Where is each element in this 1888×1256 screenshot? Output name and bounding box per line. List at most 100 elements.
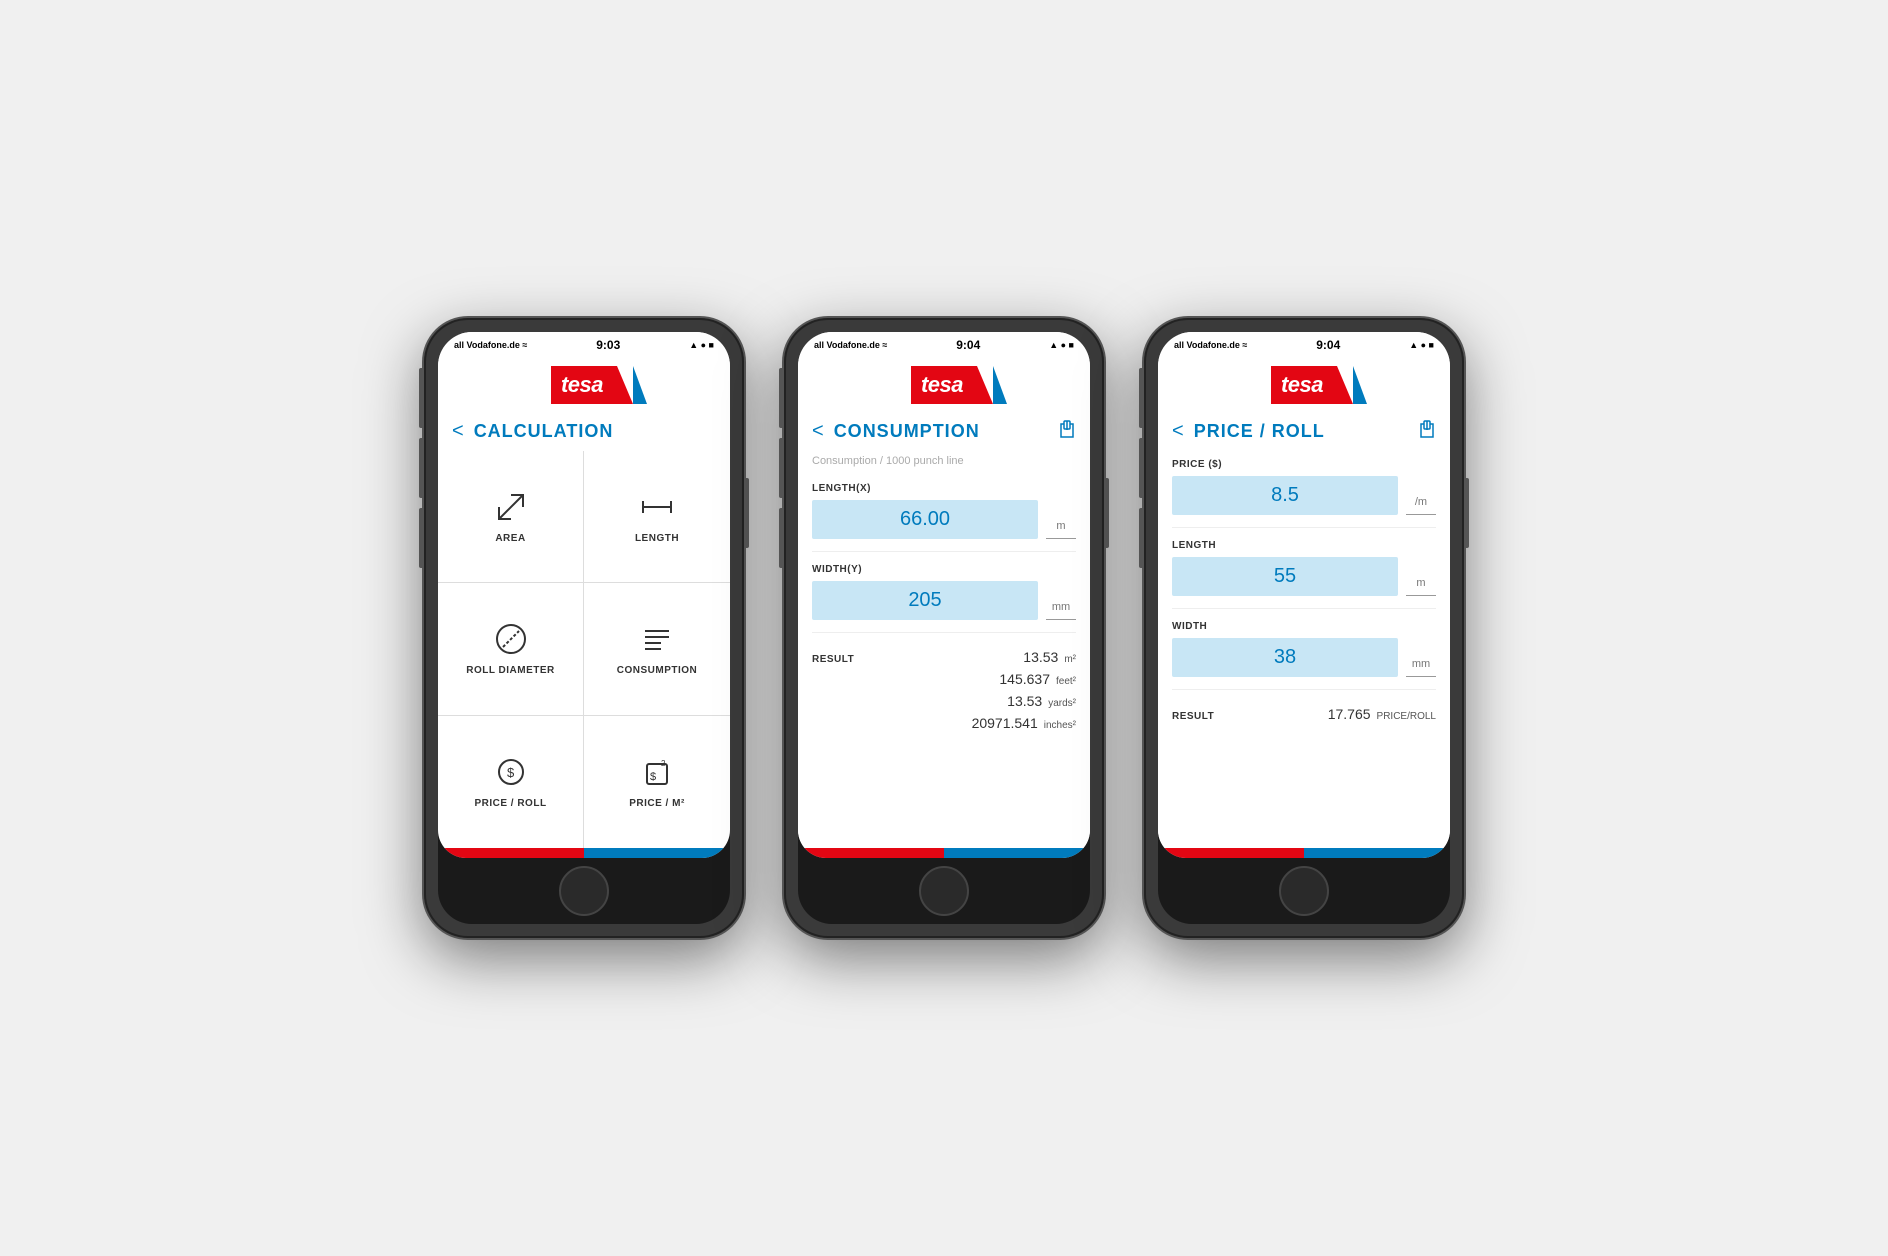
logo-triangle-blue-1	[633, 366, 647, 404]
bottom-bar-blue-2	[944, 848, 1090, 858]
status-time-2: 9:04	[956, 338, 980, 352]
page-title-2: CONSUMPTION	[834, 421, 980, 442]
price-roll-label: PRICE / ROLL	[474, 798, 546, 809]
phone-2-inner: all Vodafone.de ≈ 9:04 ▲ ● ■ tesa < CONS…	[798, 332, 1090, 924]
bottom-bar-1	[438, 848, 730, 858]
result-unit-2b: feet²	[1056, 676, 1076, 687]
divider-2b	[812, 632, 1076, 633]
home-button-1[interactable]	[559, 866, 609, 916]
pr-width-field: WIDTH 38 mm	[1158, 613, 1450, 685]
pr-width-label: WIDTH	[1172, 621, 1436, 632]
bottom-bar-red-3	[1158, 848, 1304, 858]
status-carrier-1: all Vodafone.de ≈	[454, 340, 527, 350]
back-button-3[interactable]: <	[1172, 420, 1184, 443]
page-title-3: PRICE / ROLL	[1194, 421, 1325, 442]
area-icon	[493, 489, 529, 525]
bottom-bar-blue-1	[584, 848, 730, 858]
consumption-icon	[639, 621, 675, 657]
price-field: PRICE ($) 8.5 /m	[1158, 451, 1450, 523]
length-x-label: LENGTH(X)	[812, 483, 1076, 494]
result-unit-2d: inches²	[1044, 720, 1076, 731]
length-x-field: LENGTH(X) 66.00 m	[798, 475, 1090, 547]
price-roll-content: PRICE ($) 8.5 /m LENGTH 55 m	[1158, 451, 1450, 848]
result-row-2c: 13.53 yards²	[812, 693, 1076, 709]
bottom-bar-red-2	[798, 848, 944, 858]
calc-item-area[interactable]: AREA	[438, 451, 584, 583]
calc-item-price-roll[interactable]: $ PRICE / ROLL	[438, 716, 584, 848]
status-carrier-2: all Vodafone.de ≈	[814, 340, 887, 350]
bottom-bar-red-1	[438, 848, 584, 858]
calc-item-length[interactable]: LENGTH	[584, 451, 730, 583]
status-carrier-3: all Vodafone.de ≈	[1174, 340, 1247, 350]
consumption-results: RESULT 13.53 m² 145.637 feet² 13.	[798, 637, 1090, 848]
back-button-1[interactable]: <	[452, 420, 464, 443]
phone-1-inner: all Vodafone.de ≈ 9:03 ▲ ● ■ tesa < CALC…	[438, 332, 730, 924]
pr-length-label: LENGTH	[1172, 540, 1436, 551]
calc-item-roll-diameter[interactable]: ROLL DIAMETER	[438, 583, 584, 715]
price-roll-icon: $	[493, 754, 529, 790]
result-label-3: RESULT	[1172, 711, 1214, 722]
length-x-input-row: 66.00 m	[812, 500, 1076, 539]
status-icons-3: ▲ ● ■	[1409, 340, 1434, 350]
tesa-text-2: tesa	[921, 372, 963, 398]
price-value[interactable]: 8.5	[1172, 476, 1398, 515]
divider-3c	[1172, 689, 1436, 690]
calc-item-consumption[interactable]: CONSUMPTION	[584, 583, 730, 715]
logo-triangle-blue-2	[993, 366, 1007, 404]
result-row-2d: 20971.541 inches²	[812, 715, 1076, 731]
logo-triangle-blue-3	[1353, 366, 1367, 404]
tesa-text-3: tesa	[1281, 372, 1323, 398]
status-time-3: 9:04	[1316, 338, 1340, 352]
result-value-2a: 13.53	[1023, 649, 1058, 665]
screen-3: all Vodafone.de ≈ 9:04 ▲ ● ■ tesa < PRIC…	[1158, 332, 1450, 858]
status-time-1: 9:03	[596, 338, 620, 352]
result-value-2c: 13.53	[1007, 693, 1042, 709]
result-value-2d: 20971.541	[972, 715, 1038, 731]
home-button-3[interactable]	[1279, 866, 1329, 916]
result-row-2b: 145.637 feet²	[812, 671, 1076, 687]
share-button-2[interactable]	[1058, 420, 1076, 443]
price-unit: /m	[1406, 496, 1436, 515]
result-row-3a: RESULT 17.765 PRICE/ROLL	[1172, 706, 1436, 722]
length-x-value[interactable]: 66.00	[812, 500, 1038, 539]
result-row-2a: RESULT 13.53 m²	[812, 649, 1076, 665]
phone-3: all Vodafone.de ≈ 9:04 ▲ ● ■ tesa < PRIC…	[1144, 318, 1464, 938]
pr-length-value[interactable]: 55	[1172, 557, 1398, 596]
back-button-2[interactable]: <	[812, 420, 824, 443]
home-button-2[interactable]	[919, 866, 969, 916]
status-icons-2: ▲ ● ■	[1049, 340, 1074, 350]
screen-2: all Vodafone.de ≈ 9:04 ▲ ● ■ tesa < CONS…	[798, 332, 1090, 858]
status-bar-3: all Vodafone.de ≈ 9:04 ▲ ● ■	[1158, 332, 1450, 356]
tesa-text-1: tesa	[561, 372, 603, 398]
price-roll-results: RESULT 17.765 PRICE/ROLL	[1158, 694, 1450, 848]
phone-1: all Vodafone.de ≈ 9:03 ▲ ● ■ tesa < CALC…	[424, 318, 744, 938]
nav-bar-3: < PRICE / ROLL	[1158, 412, 1450, 451]
price-m2-label: PRICE / M²	[629, 798, 685, 809]
pr-width-unit: mm	[1406, 658, 1436, 677]
result-label-2: RESULT	[812, 654, 854, 665]
calc-grid: AREA LENGTH	[438, 451, 730, 848]
tesa-logo-2: tesa	[798, 356, 1090, 412]
svg-text:$: $	[507, 765, 515, 780]
divider-2a	[812, 551, 1076, 552]
svg-text:$: $	[650, 771, 656, 783]
price-label: PRICE ($)	[1172, 459, 1436, 470]
share-button-3[interactable]	[1418, 420, 1436, 443]
screen-1: all Vodafone.de ≈ 9:03 ▲ ● ■ tesa < CALC…	[438, 332, 730, 858]
status-bar-2: all Vodafone.de ≈ 9:04 ▲ ● ■	[798, 332, 1090, 356]
width-y-value[interactable]: 205	[812, 581, 1038, 620]
result-unit-3a: PRICE/ROLL	[1377, 711, 1436, 722]
roll-diameter-label: ROLL DIAMETER	[466, 665, 555, 676]
bottom-bar-3	[1158, 848, 1450, 858]
consumption-label: CONSUMPTION	[617, 665, 698, 676]
divider-3a	[1172, 527, 1436, 528]
pr-width-value[interactable]: 38	[1172, 638, 1398, 677]
form-subtitle-2: Consumption / 1000 punch line	[798, 451, 1090, 475]
pr-length-unit: m	[1406, 577, 1436, 596]
calc-item-price-m2[interactable]: $ 2 PRICE / M²	[584, 716, 730, 848]
phone-3-inner: all Vodafone.de ≈ 9:04 ▲ ● ■ tesa < PRIC…	[1158, 332, 1450, 924]
pr-length-field: LENGTH 55 m	[1158, 532, 1450, 604]
consumption-content: Consumption / 1000 punch line LENGTH(X) …	[798, 451, 1090, 848]
page-title-1: CALCULATION	[474, 421, 614, 442]
pr-length-input-row: 55 m	[1172, 557, 1436, 596]
